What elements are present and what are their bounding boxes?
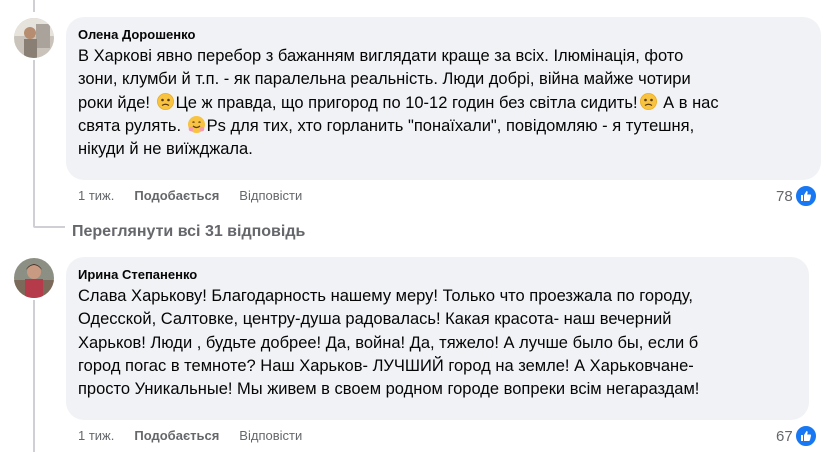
comment-actions: 1 тиж. Подобається Відповісти: [78, 428, 322, 443]
comment-bubble: Олена Дорошенко В Харкові явно перебор з…: [66, 17, 821, 180]
reaction-count[interactable]: 78: [776, 185, 817, 207]
avatar[interactable]: [14, 18, 54, 58]
avatar[interactable]: [14, 258, 54, 298]
reaction-count[interactable]: 67: [776, 425, 817, 447]
thread-line: [33, 226, 65, 228]
thumbs-up-icon: [794, 185, 817, 207]
comment-text: Слава Харькову! Благодарность нашему мер…: [78, 287, 700, 399]
comment-actions: 1 тиж. Подобається Відповісти: [78, 188, 322, 203]
thumbs-up-icon: [794, 425, 817, 447]
thread-line: [33, 60, 35, 226]
view-replies-link[interactable]: Переглянути всі 31 відповідь: [72, 223, 305, 241]
thread-line: [33, 300, 35, 452]
reply-button[interactable]: Відповісти: [239, 188, 302, 203]
comment-author[interactable]: Олена Дорошенко: [78, 27, 807, 43]
comment-text: В Харкові явно перебор з бажанням вигляд…: [78, 47, 719, 159]
like-button[interactable]: Подобається: [134, 428, 219, 443]
reaction-count-label: 78: [776, 187, 793, 205]
reply-button[interactable]: Відповісти: [239, 428, 302, 443]
sad-face-icon: [639, 92, 657, 110]
comment-bubble: Ирина Степаненко Слава Харькову! Благода…: [66, 257, 809, 420]
thread-line: [33, 0, 35, 12]
comment-time[interactable]: 1 тиж.: [78, 428, 114, 443]
sad-face-icon: [156, 92, 174, 110]
reaction-count-label: 67: [776, 427, 793, 445]
comment-author[interactable]: Ирина Степаненко: [78, 267, 795, 283]
comment-time[interactable]: 1 тиж.: [78, 188, 114, 203]
like-button[interactable]: Подобається: [134, 188, 219, 203]
hugging-face-icon: [187, 115, 205, 133]
